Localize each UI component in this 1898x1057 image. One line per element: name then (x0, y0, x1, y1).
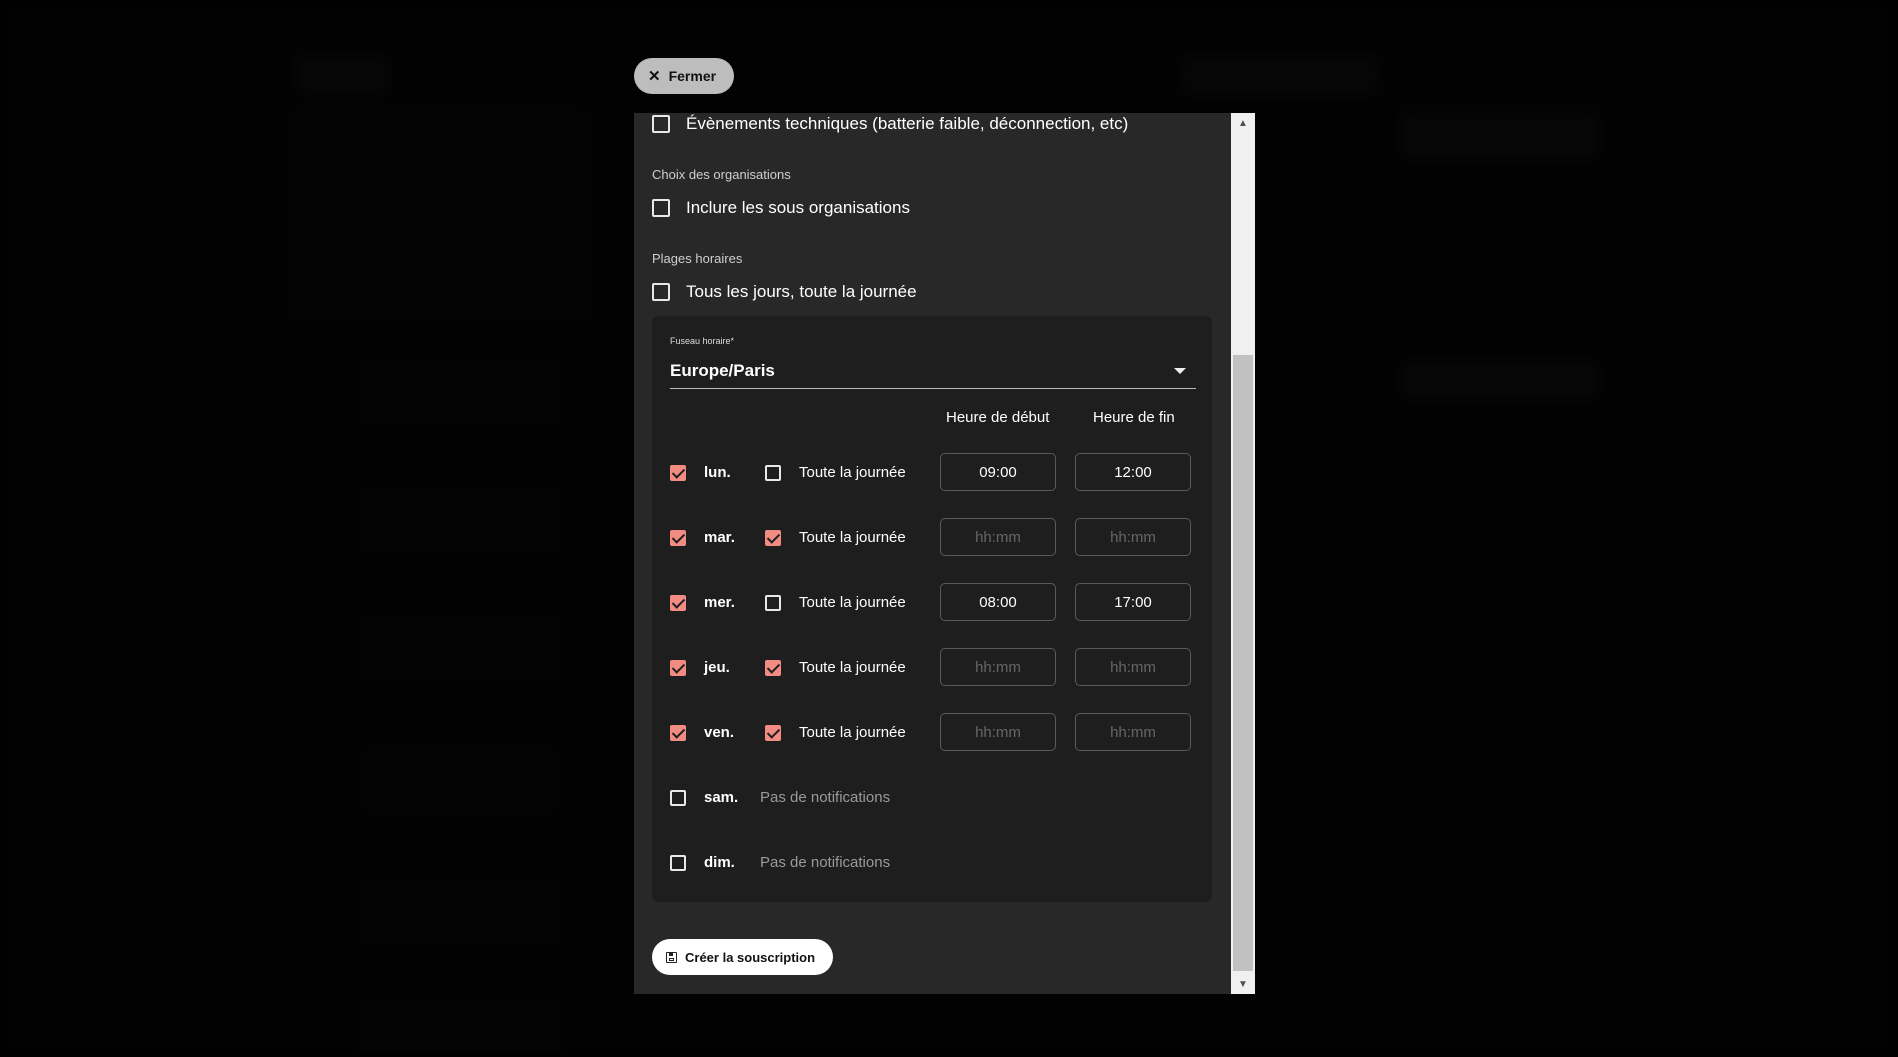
start-time-input-wednesday[interactable]: 08:00 (940, 583, 1056, 621)
all-day-label-monday: Toute la journée (799, 464, 906, 481)
day-row-wednesday: mer. Toute la journée 08:00 17:00 (652, 583, 1212, 623)
day-row-thursday: jeu. Toute la journée hh:mm hh:mm (652, 648, 1212, 688)
end-time-input-thursday[interactable]: hh:mm (1075, 648, 1191, 686)
day-row-sunday: dim. Pas de notifications (652, 843, 1212, 883)
start-time-input-tuesday[interactable]: hh:mm (940, 518, 1056, 556)
all-day-checkbox-tuesday[interactable] (765, 530, 781, 546)
end-time-header: Heure de fin (1093, 409, 1175, 426)
vertical-scrollbar[interactable]: ▲ ▼ (1231, 113, 1255, 994)
day-row-tuesday: mar. Toute la journée hh:mm hh:mm (652, 518, 1212, 558)
all-day-label-thursday: Toute la journée (799, 659, 906, 676)
day-row-friday: ven. Toute la journée hh:mm hh:mm (652, 713, 1212, 753)
scroll-down-icon[interactable]: ▼ (1231, 974, 1255, 994)
all-day-checkbox-monday[interactable] (765, 465, 781, 481)
close-button-label: Fermer (668, 68, 717, 84)
create-subscription-label: Créer la souscription (685, 949, 816, 965)
day-label-sunday: dim. (704, 854, 735, 871)
start-time-input-thursday[interactable]: hh:mm (940, 648, 1056, 686)
include-sub-orgs-label: Inclure les sous organisations (686, 198, 910, 217)
start-time-input-monday[interactable]: 09:00 (940, 453, 1056, 491)
day-checkbox-saturday[interactable] (670, 790, 686, 806)
schedule-panel: Fuseau horaire* Europe/Paris Heure de dé… (652, 316, 1212, 902)
end-time-input-tuesday[interactable]: hh:mm (1075, 518, 1191, 556)
end-time-input-monday[interactable]: 12:00 (1075, 453, 1191, 491)
timezone-label: Fuseau horaire* (670, 336, 735, 346)
day-label-monday: lun. (704, 464, 731, 481)
end-time-input-wednesday[interactable]: 17:00 (1075, 583, 1191, 621)
time-ranges-section-title: Plages horaires (652, 251, 743, 266)
modal-content: Évènements techniques (batterie faible, … (634, 113, 1231, 994)
day-label-saturday: sam. (704, 789, 739, 806)
technical-events-label: Évènements techniques (batterie faible, … (686, 114, 1129, 133)
day-checkbox-sunday[interactable] (670, 855, 686, 871)
scrollbar-thumb[interactable] (1233, 355, 1253, 971)
all-day-label-tuesday: Toute la journée (799, 529, 906, 546)
day-checkbox-thursday[interactable] (670, 660, 686, 676)
day-row-saturday: sam. Pas de notifications (652, 778, 1212, 818)
day-label-tuesday: mar. (704, 529, 735, 546)
all-day-checkbox-wednesday[interactable] (765, 595, 781, 611)
all-day-checkbox-friday[interactable] (765, 725, 781, 741)
start-time-header: Heure de début (946, 409, 1050, 426)
all-day-checkbox-thursday[interactable] (765, 660, 781, 676)
organisations-section-title: Choix des organisations (652, 167, 791, 182)
timezone-select[interactable]: Europe/Paris (670, 361, 775, 381)
all-day-label-wednesday: Toute la journée (799, 594, 906, 611)
no-notifications-sunday: Pas de notifications (760, 854, 891, 871)
close-icon: ✕ (648, 68, 661, 85)
include-sub-orgs-checkbox[interactable] (652, 199, 670, 217)
day-checkbox-wednesday[interactable] (670, 595, 686, 611)
day-label-friday: ven. (704, 724, 735, 741)
day-checkbox-monday[interactable] (670, 465, 686, 481)
caret-down-icon[interactable] (1174, 368, 1186, 374)
technical-events-checkbox[interactable] (652, 115, 670, 133)
scroll-up-icon[interactable]: ▲ (1231, 113, 1255, 133)
start-time-input-friday[interactable]: hh:mm (940, 713, 1056, 751)
create-subscription-button[interactable]: Créer la souscription (652, 939, 834, 975)
every-day-label: Tous les jours, toute la journée (686, 282, 917, 301)
every-day-checkbox[interactable] (652, 283, 670, 301)
timezone-underline (670, 388, 1196, 389)
all-day-label-friday: Toute la journée (799, 724, 906, 741)
close-button[interactable]: ✕ Fermer (634, 58, 735, 94)
no-notifications-saturday: Pas de notifications (760, 789, 891, 806)
day-checkbox-tuesday[interactable] (670, 530, 686, 546)
day-checkbox-friday[interactable] (670, 725, 686, 741)
day-row-monday: lun. Toute la journée 09:00 12:00 (652, 453, 1212, 493)
day-label-thursday: jeu. (704, 659, 730, 676)
subscription-modal: Évènements techniques (batterie faible, … (634, 113, 1255, 994)
end-time-input-friday[interactable]: hh:mm (1075, 713, 1191, 751)
save-icon (666, 951, 677, 963)
day-label-wednesday: mer. (704, 594, 735, 611)
